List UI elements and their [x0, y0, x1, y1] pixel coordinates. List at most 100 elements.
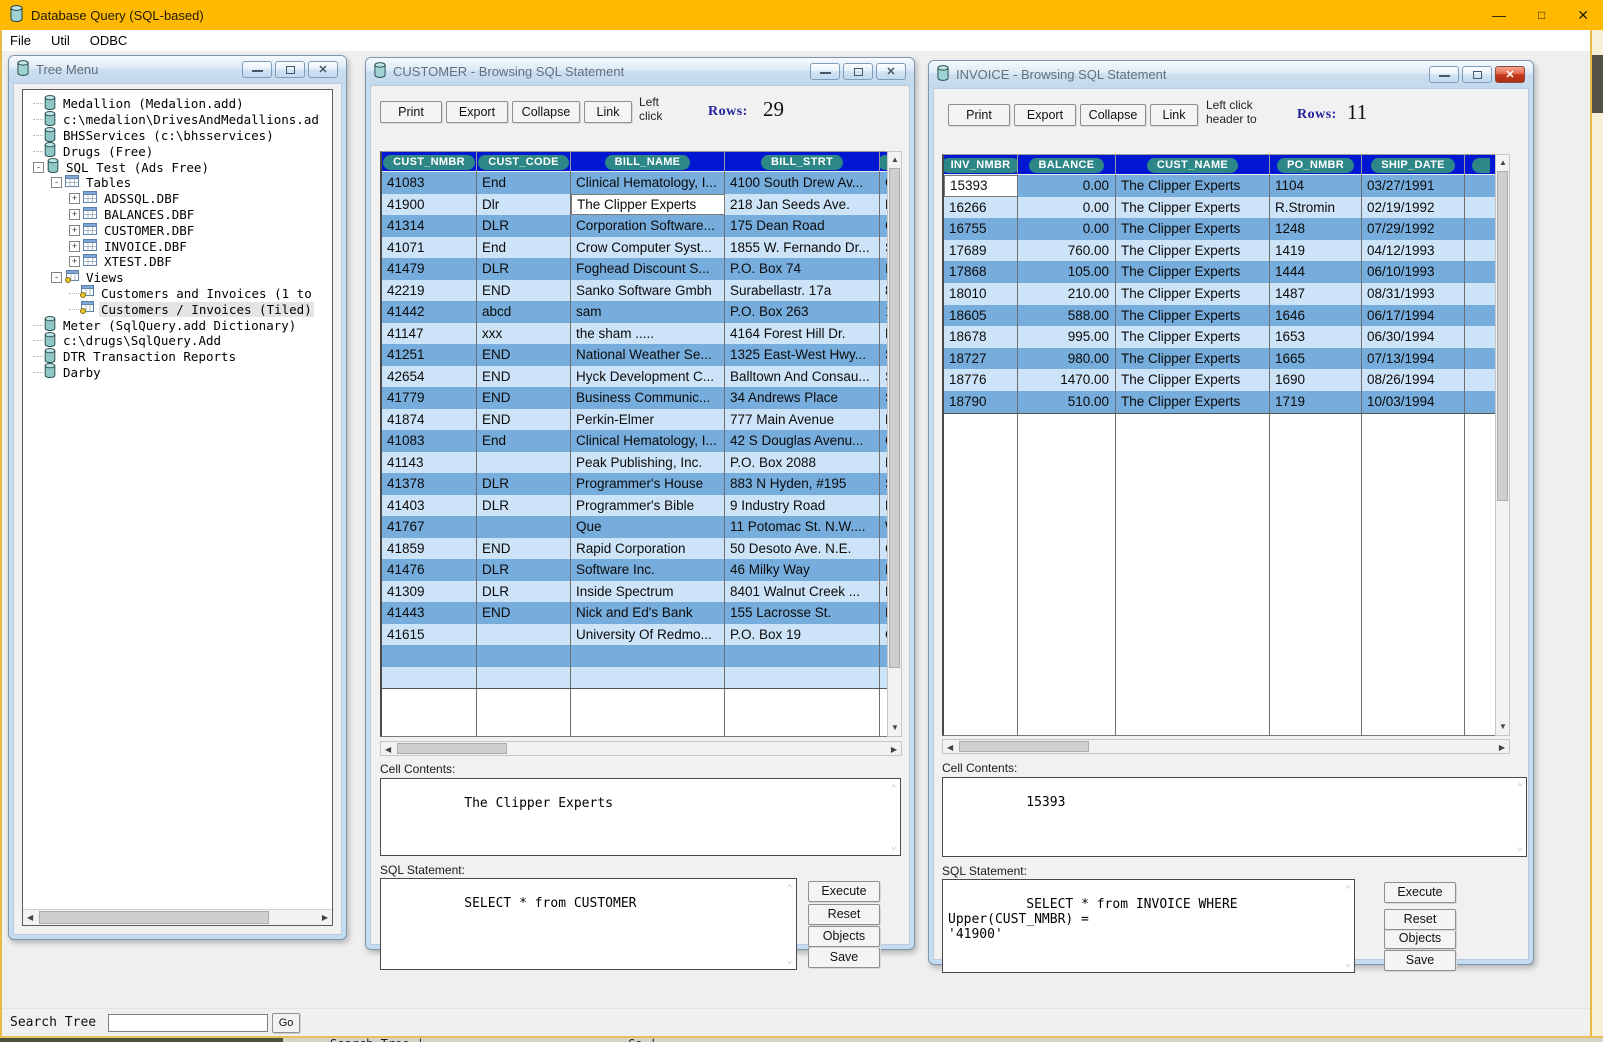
scroll-left-icon[interactable]: ◀: [385, 746, 391, 754]
table-cell[interactable]: Hyck Development C...: [571, 366, 725, 388]
table-cell[interactable]: C: [880, 172, 887, 194]
customer-table-row[interactable]: 41309DLRInside Spectrum8401 Walnut Creek…: [382, 581, 887, 603]
invoice-grid-hscrollbar[interactable]: ◀ ▶: [942, 739, 1510, 754]
collapse-box-icon[interactable]: -: [51, 272, 62, 283]
table-cell[interactable]: 41442: [382, 301, 477, 323]
table-cell[interactable]: 980.00: [1018, 348, 1116, 370]
expand-box-icon[interactable]: +: [69, 241, 80, 252]
table-cell[interactable]: abcd: [477, 301, 571, 323]
invoice-execute-button[interactable]: Execute: [1384, 882, 1456, 903]
table-cell[interactable]: [1465, 175, 1495, 197]
table-cell[interactable]: 18010: [944, 283, 1018, 305]
tree-item[interactable]: Medallion (Medalion.add): [27, 96, 330, 112]
column-header-CUST_CODE[interactable]: CUST_CODE: [477, 152, 571, 172]
table-cell[interactable]: National Weather Se...: [571, 344, 725, 366]
scroll-down-icon[interactable]: ⌄: [1344, 957, 1351, 968]
table-cell[interactable]: [477, 516, 571, 538]
tree-item[interactable]: Customers and Invoices (1 to: [27, 286, 330, 302]
table-cell[interactable]: 41859: [382, 538, 477, 560]
invoice-collapse-button[interactable]: Collapse: [1080, 104, 1146, 126]
column-header-CUST_NAME[interactable]: CUST_NAME: [1116, 155, 1270, 175]
tree-item[interactable]: -Views: [27, 270, 330, 286]
table-cell[interactable]: 1653: [1270, 326, 1362, 348]
column-header-SHIP_DATE[interactable]: SHIP_DATE: [1362, 155, 1465, 175]
table-cell[interactable]: Software Inc.: [571, 559, 725, 581]
customer-table-row[interactable]: 41874ENDPerkin-Elmer777 Main AvenueN: [382, 409, 887, 431]
tree-item[interactable]: c:\drugs\SqlQuery.Add: [27, 333, 330, 349]
table-cell[interactable]: Inside Spectrum: [571, 581, 725, 603]
table-cell[interactable]: P.O. Box 2088: [725, 452, 880, 474]
table-cell[interactable]: [1465, 391, 1495, 413]
table-cell[interactable]: END: [477, 409, 571, 431]
table-cell[interactable]: E: [880, 602, 887, 624]
scroll-up-icon[interactable]: ▲: [1499, 159, 1507, 167]
sql-statement-box[interactable]: SELECT * from INVOICE WHERE Upper(CUST_N…: [942, 879, 1355, 973]
tree-item[interactable]: c:\medalion\DrivesAndMedallions.ad: [27, 112, 330, 128]
table-cell[interactable]: The Clipper Experts: [1116, 175, 1270, 197]
invoice-save-button[interactable]: Save: [1384, 950, 1456, 971]
table-cell[interactable]: 17868: [944, 261, 1018, 283]
table-cell[interactable]: Crow Computer Syst...: [571, 237, 725, 259]
invoice-table-row[interactable]: 162660.00The Clipper ExpertsR.Stromin02/…: [944, 197, 1495, 219]
table-cell[interactable]: 16755: [944, 218, 1018, 240]
invoice-table-row[interactable]: 18605588.00The Clipper Experts164606/17/…: [944, 305, 1495, 327]
table-cell[interactable]: Foghead Discount S...: [571, 258, 725, 280]
table-cell[interactable]: 06/17/1994: [1362, 305, 1465, 327]
table-cell[interactable]: END: [477, 387, 571, 409]
table-cell[interactable]: the sham .....: [571, 323, 725, 345]
table-cell[interactable]: 1: [880, 301, 887, 323]
customer-table-row[interactable]: 41859ENDRapid Corporation50 Desoto Ave. …: [382, 538, 887, 560]
tree-item[interactable]: +CUSTOMER.DBF: [27, 222, 330, 238]
table-cell[interactable]: Sanko Software Gmbh: [571, 280, 725, 302]
table-cell[interactable]: 1325 East-West Hwy...: [725, 344, 880, 366]
table-cell[interactable]: DLR: [477, 581, 571, 603]
table-cell[interactable]: [1465, 283, 1495, 305]
scrollbar-thumb[interactable]: [959, 741, 1089, 752]
table-cell[interactable]: Balltown And Consau...: [725, 366, 880, 388]
tree-item[interactable]: DTR Transaction Reports: [27, 349, 330, 365]
table-cell[interactable]: 41767: [382, 516, 477, 538]
scroll-left-icon[interactable]: ◀: [947, 744, 953, 752]
customer-table-row[interactable]: 41403DLRProgrammer's Bible9 Industry Roa…: [382, 495, 887, 517]
tree-item[interactable]: Drugs (Free): [27, 143, 330, 159]
tree-item[interactable]: Darby: [27, 365, 330, 381]
table-cell[interactable]: 41479: [382, 258, 477, 280]
sql-statement-box[interactable]: SELECT * from CUSTOMER ⌃ ⌄: [380, 878, 797, 970]
table-cell[interactable]: 883 N Hyden, #195: [725, 473, 880, 495]
table-cell[interactable]: 760.00: [1018, 240, 1116, 262]
table-cell[interactable]: P.O. Box 74: [725, 258, 880, 280]
customer-grid[interactable]: CUST_NMBRCUST_CODEBILL_NAMEBILL_STRT 410…: [380, 151, 887, 737]
table-cell[interactable]: Clinical Hematology, I...: [571, 172, 725, 194]
table-cell[interactable]: 4164 Forest Hill Dr.: [725, 323, 880, 345]
scroll-right-icon[interactable]: ▶: [891, 746, 897, 754]
table-cell[interactable]: P.O. Box 19: [725, 624, 880, 646]
table-cell[interactable]: Clinical Hematology, I...: [571, 430, 725, 452]
cell-contents-box[interactable]: 15393 ⌃ ⌄: [942, 777, 1527, 857]
table-cell[interactable]: 17689: [944, 240, 1018, 262]
tree-item[interactable]: +INVOICE.DBF: [27, 238, 330, 254]
collapse-box-icon[interactable]: -: [51, 177, 62, 188]
customer-table-row[interactable]: 41083EndClinical Hematology, I...42 S Do…: [382, 430, 887, 452]
table-cell[interactable]: Programmer's Bible: [571, 495, 725, 517]
table-cell[interactable]: Que: [571, 516, 725, 538]
customer-table-row[interactable]: 41900DlrThe Clipper Experts218 Jan Seeds…: [382, 194, 887, 216]
column-header-CUST_NMBR[interactable]: CUST_NMBR: [382, 152, 477, 172]
customer-table-row[interactable]: 42654ENDHyck Development C...Balltown An…: [382, 366, 887, 388]
tree-item[interactable]: +XTEST.DBF: [27, 254, 330, 270]
table-cell[interactable]: 41874: [382, 409, 477, 431]
table-cell[interactable]: Perkin-Elmer: [571, 409, 725, 431]
close-icon[interactable]: ✕: [1577, 7, 1589, 24]
table-cell[interactable]: The Clipper Experts: [571, 194, 725, 216]
table-cell[interactable]: L: [880, 581, 887, 603]
go-button[interactable]: Go: [272, 1013, 300, 1033]
expand-box-icon[interactable]: +: [69, 256, 80, 267]
table-cell[interactable]: [1465, 261, 1495, 283]
table-cell[interactable]: 41083: [382, 172, 477, 194]
invoice-table-row[interactable]: 17689760.00The Clipper Experts141904/12/…: [944, 240, 1495, 262]
customer-table-row[interactable]: 41476DLRSoftware Inc.46 Milky WayE: [382, 559, 887, 581]
customer-table-row[interactable]: 41083EndClinical Hematology, I...4100 So…: [382, 172, 887, 194]
table-cell[interactable]: 08/26/1994: [1362, 369, 1465, 391]
table-cell[interactable]: 1487: [1270, 283, 1362, 305]
table-cell[interactable]: DLR: [477, 215, 571, 237]
table-cell[interactable]: C: [880, 538, 887, 560]
